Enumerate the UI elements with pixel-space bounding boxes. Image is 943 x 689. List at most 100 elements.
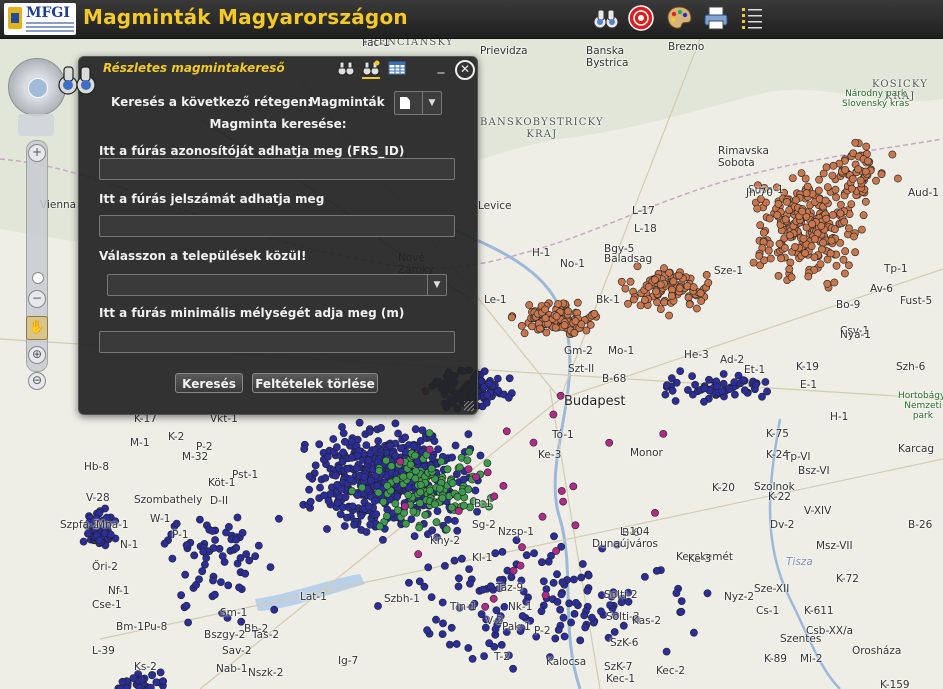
zoom-in-icon[interactable]: +: [28, 144, 46, 162]
borehole-point: [841, 269, 849, 278]
borehole-point: [877, 170, 886, 179]
results-table-icon[interactable]: [388, 59, 406, 77]
borehole-point: [804, 272, 813, 281]
prev-extent-icon[interactable]: ⊖: [28, 372, 46, 390]
borehole-point: [577, 573, 586, 582]
map-label: V-28: [86, 492, 110, 504]
borehole-point: [861, 197, 870, 206]
map-label: SzK-6: [610, 637, 639, 649]
document-icon: [400, 97, 410, 109]
borehole-point: [500, 603, 509, 611]
borehole-point: [740, 386, 749, 395]
map-label: Nyz-2: [724, 591, 755, 603]
layer-select[interactable]: ▼: [394, 91, 442, 115]
borehole-point: [305, 472, 314, 481]
map-label: K-89: [764, 653, 787, 665]
map-label: Szbh-1: [384, 593, 420, 605]
borehole-point: [84, 529, 92, 538]
borehole-point: [357, 511, 365, 520]
borehole-point: [505, 374, 514, 383]
borehole-point: [719, 370, 728, 378]
borehole-point: [373, 481, 382, 490]
borehole-point: [480, 652, 488, 660]
borehole-point: [375, 522, 384, 531]
map-label: Av-6: [870, 283, 893, 295]
zoom-out-icon[interactable]: −: [28, 290, 46, 308]
borehole-point: [316, 483, 324, 492]
zoom-slider-knob[interactable]: [32, 272, 44, 284]
mfgi-logo[interactable]: MFGI: [4, 3, 76, 35]
map-label: Tas-2: [252, 629, 280, 641]
borehole-point: [481, 602, 490, 611]
borehole-point: [752, 380, 760, 389]
borehole-point: [564, 307, 572, 316]
borehole-point: [551, 323, 560, 332]
list-icon[interactable]: [738, 4, 766, 32]
borehole-point: [391, 499, 400, 508]
resize-handle[interactable]: [464, 401, 474, 411]
borehole-point: [861, 167, 870, 176]
borehole-point: [476, 451, 485, 460]
borehole-point: [428, 526, 437, 535]
binoculars-icon[interactable]: [592, 4, 620, 32]
borehole-point: [378, 535, 387, 544]
minimize-button[interactable]: _: [434, 59, 448, 75]
map-label: L-104: [620, 526, 650, 538]
borehole-point: [396, 444, 405, 453]
record-icon[interactable]: [627, 4, 655, 32]
borehole-point: [786, 258, 795, 267]
borehole-point: [195, 515, 204, 524]
borehole-point: [464, 465, 473, 473]
frs-id-input[interactable]: [99, 158, 455, 180]
borehole-point: [854, 165, 863, 174]
map-label: H-1: [830, 411, 849, 423]
next-extent-icon[interactable]: ⊕: [28, 346, 46, 364]
borehole-point: [801, 174, 810, 183]
min-depth-input[interactable]: [99, 331, 455, 353]
borehole-point: [491, 549, 500, 558]
close-button[interactable]: ✕: [455, 60, 475, 80]
borehole-point: [242, 550, 251, 558]
clear-conditions-button[interactable]: Feltételek törlése: [252, 373, 378, 393]
borehole-point: [406, 460, 415, 469]
pan-hand-icon[interactable]: ✋: [26, 316, 48, 340]
borehole-point: [374, 437, 383, 445]
jelszam-input[interactable]: [99, 215, 455, 237]
borehole-point: [199, 547, 208, 556]
printer-icon[interactable]: [702, 4, 730, 32]
borehole-point: [650, 275, 659, 284]
map-label: Kec-1: [606, 673, 636, 685]
search-tab-binoculars-icon[interactable]: [337, 59, 355, 77]
rotate-arrows[interactable]: [18, 114, 54, 136]
borehole-point: [667, 292, 676, 300]
search-button[interactable]: Keresés: [175, 373, 243, 393]
settlement-select[interactable]: ▼: [107, 274, 447, 296]
borehole-point: [156, 668, 165, 677]
borehole-point: [764, 246, 773, 255]
borehole-point: [828, 171, 837, 180]
borehole-point: [810, 253, 819, 262]
borehole-point: [393, 492, 402, 501]
borehole-point: [245, 556, 254, 565]
map-label: Nszk-2: [248, 667, 284, 679]
borehole-point: [693, 304, 701, 313]
borehole-point: [425, 486, 434, 495]
detailed-search-tab-icon[interactable]: [362, 59, 380, 79]
map-label: P-2: [196, 441, 213, 453]
borehole-point: [507, 313, 516, 322]
borehole-point: [464, 644, 473, 652]
borehole-point: [241, 569, 250, 578]
borehole-point: [788, 174, 797, 182]
borehole-point: [315, 440, 324, 449]
layer-label: Keresés a következő rétegen:: [111, 95, 312, 109]
borehole-point: [177, 591, 185, 600]
borehole-point: [567, 618, 575, 627]
borehole-point: [438, 630, 447, 638]
borehole-point: [238, 528, 247, 537]
borehole-point: [730, 378, 739, 387]
borehole-point: [382, 456, 390, 465]
palette-icon[interactable]: [665, 4, 693, 32]
borehole-point: [785, 265, 794, 274]
borehole-point: [802, 189, 811, 198]
borehole-point: [466, 579, 474, 588]
